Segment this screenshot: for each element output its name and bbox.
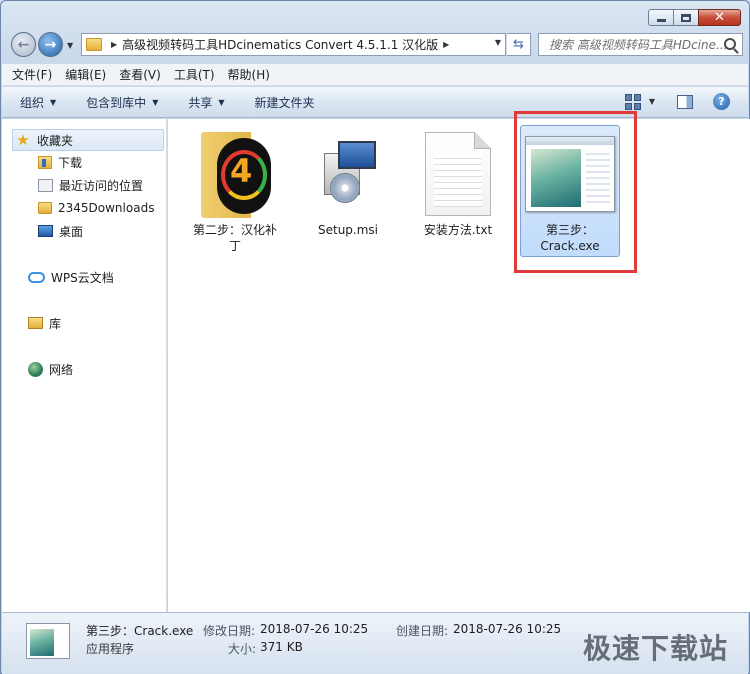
folder-icon (38, 202, 52, 214)
breadcrumb-chevron-icon[interactable]: ▶ (111, 40, 117, 49)
view-controls: ▼ ? (624, 93, 730, 110)
file-list: 4 第二步：汉化补丁 Setup.msi 安装方法.txt 第三步：Crack.… (168, 111, 750, 612)
explorer-window: ✕ ← → ▼ ▶ 高级视频转码工具HDcinematics Convert 4… (0, 0, 750, 674)
organize-label: 组织 (20, 95, 45, 110)
folder-icon (86, 38, 102, 51)
details-file-type: 应用程序 (86, 642, 135, 656)
menu-help[interactable]: 帮助(H) (228, 66, 270, 83)
sidebar-item-label: 最近访问的位置 (59, 178, 144, 193)
folder-icon: 4 (188, 126, 282, 222)
text-file-icon (411, 126, 505, 222)
sidebar-item-label: 桌面 (59, 224, 84, 239)
address-dropdown-icon[interactable]: ▼ (495, 38, 501, 47)
cloud-icon (28, 271, 45, 283)
sidebar-item-label: 下载 (58, 155, 83, 170)
navigation-pane: ★ 收藏夹 下载 最近访问的位置 2345Downloads 桌面 WPS云文档… (2, 119, 167, 612)
organize-button[interactable]: 组织 ▼ (20, 94, 56, 111)
maximize-icon (681, 13, 691, 22)
include-in-library-button[interactable]: 包含到库中 ▼ (86, 94, 158, 111)
sidebar-item-wps[interactable]: WPS云文档 (28, 266, 114, 288)
details-pane: 第三步：Crack.exe 应用程序 修改日期: 2018-07-26 10:2… (2, 612, 748, 674)
recent-pages-dropdown[interactable]: ▼ (67, 41, 73, 50)
file-item-setup-msi[interactable]: Setup.msi (298, 125, 398, 241)
sidebar-item-label: 网络 (49, 362, 74, 377)
chevron-down-icon: ▼ (152, 97, 159, 107)
chevron-down-icon: ▼ (218, 97, 225, 107)
file-name: 安装方法.txt (423, 223, 493, 237)
sidebar-item-label: 库 (49, 316, 62, 331)
search-icon[interactable] (724, 38, 736, 50)
sidebar-item-library[interactable]: 库 (28, 312, 61, 334)
view-options-dropdown[interactable]: ▼ (649, 97, 655, 106)
minimize-button[interactable] (648, 9, 674, 26)
include-in-library-label: 包含到库中 (86, 95, 147, 110)
details-created-value: 2018-07-26 10:25 (453, 622, 562, 636)
watermark-text: 极速下载站 (582, 632, 728, 665)
search-box[interactable]: 搜索 高级视频转码工具HDcine... (538, 33, 743, 56)
new-folder-button[interactable]: 新建文件夹 (255, 94, 315, 111)
close-icon: ✕ (714, 10, 725, 25)
address-text[interactable]: 高级视频转码工具HDcinematics Convert 4.5.1.1 汉化版 (122, 36, 438, 53)
downloads-folder-icon (38, 155, 52, 169)
sidebar-item-2345downloads[interactable]: 2345Downloads (38, 197, 154, 219)
forward-button[interactable]: → (38, 32, 63, 57)
details-modified-label: 修改日期: (203, 624, 256, 638)
sidebar-item-label: WPS云文档 (51, 270, 114, 285)
sidebar-item-favorites[interactable]: ★ 收藏夹 (12, 129, 164, 151)
sidebar-item-network[interactable]: 网络 (28, 358, 73, 380)
back-button[interactable]: ← (11, 32, 36, 57)
address-bar[interactable]: ▶ 高级视频转码工具HDcinematics Convert 4.5.1.1 汉… (81, 33, 506, 56)
details-file-name: 第三步：Crack.exe (86, 624, 194, 638)
breadcrumb-chevron-icon[interactable]: ▶ (443, 40, 449, 49)
file-item-patch-folder[interactable]: 4 第二步：汉化补丁 (185, 125, 285, 257)
library-icon (28, 317, 43, 329)
refresh-icon: ⇆ (513, 37, 524, 52)
back-arrow-icon: ← (17, 36, 30, 53)
help-icon[interactable]: ? (713, 93, 730, 110)
file-name: 第三步：Crack.exe (540, 223, 600, 253)
refresh-button[interactable]: ⇆ (507, 33, 531, 56)
navigation-row: ← → ▼ ▶ 高级视频转码工具HDcinematics Convert 4.5… (9, 32, 743, 58)
search-input[interactable]: 搜索 高级视频转码工具HDcine... (549, 36, 727, 53)
new-folder-label: 新建文件夹 (254, 95, 315, 110)
sidebar-item-label: 2345Downloads (58, 201, 155, 215)
maximize-button[interactable] (673, 9, 699, 26)
menu-tools[interactable]: 工具(T) (174, 66, 215, 83)
preview-pane-icon[interactable] (677, 94, 693, 109)
close-button[interactable]: ✕ (698, 9, 741, 26)
file-item-crack-exe[interactable]: 第三步：Crack.exe (520, 125, 620, 257)
details-size-label: 大小: (228, 642, 257, 656)
menu-edit[interactable]: 编辑(E) (65, 66, 106, 83)
file-name: Setup.msi (317, 223, 379, 237)
sidebar-item-downloads[interactable]: 下载 (38, 151, 82, 173)
recent-places-icon (38, 178, 53, 192)
sidebar-item-label: 收藏夹 (37, 133, 74, 148)
file-item-install-txt[interactable]: 安装方法.txt (408, 125, 508, 241)
menu-bar: 文件(F) 编辑(E) 查看(V) 工具(T) 帮助(H) (2, 64, 748, 86)
share-label: 共享 (188, 95, 213, 110)
change-view-icon[interactable] (624, 93, 641, 110)
exe-icon (26, 623, 70, 659)
chevron-down-icon: ▼ (50, 97, 57, 107)
share-button[interactable]: 共享 ▼ (188, 94, 224, 111)
minimize-icon (656, 19, 666, 22)
exe-icon (523, 126, 617, 222)
sidebar-item-recent[interactable]: 最近访问的位置 (38, 174, 143, 196)
details-size-value: 371 KB (260, 640, 303, 654)
sidebar-item-desktop[interactable]: 桌面 (38, 220, 83, 242)
menu-view[interactable]: 查看(V) (119, 66, 161, 83)
forward-arrow-icon: → (44, 36, 57, 53)
menu-file[interactable]: 文件(F) (12, 66, 52, 83)
file-name: 第二步：汉化补丁 (192, 223, 277, 253)
network-icon (28, 361, 43, 377)
details-modified-value: 2018-07-26 10:25 (260, 622, 369, 636)
caption-buttons: ✕ (648, 9, 741, 26)
star-icon: ★ (16, 131, 30, 149)
installer-icon (301, 126, 395, 222)
details-created-label: 创建日期: (396, 624, 449, 638)
desktop-icon (38, 225, 53, 237)
